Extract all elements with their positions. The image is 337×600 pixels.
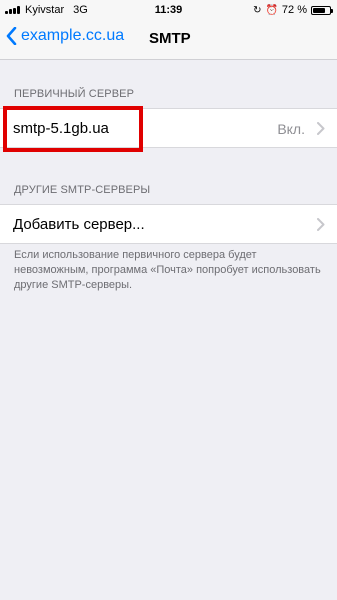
battery-icon [311, 5, 333, 15]
battery-percent: 72 % [281, 4, 307, 16]
back-label: example.cc.ua [21, 27, 125, 44]
chevron-left-icon [6, 27, 17, 45]
status-bar: Kyivstar 3G 11:39 ↻ ⏰ 72 % [0, 0, 337, 20]
battery-fill [313, 7, 325, 13]
primary-server-status: Вкл. [277, 121, 305, 137]
add-server-label: Добавить сервер... [13, 216, 145, 233]
highlight-box [3, 106, 143, 152]
back-button[interactable]: example.cc.ua [6, 27, 124, 45]
chevron-right-icon [317, 122, 325, 135]
lock-rotation-icon: ↻ [253, 4, 262, 16]
status-right: ↻ ⏰ 72 % [253, 4, 333, 16]
other-servers-header: ДРУГИЕ SMTP-СЕРВЕРЫ [14, 184, 151, 196]
alarm-icon: ⏰ [265, 4, 278, 16]
page-title: SMTP [149, 30, 191, 47]
screen: Kyivstar 3G 11:39 ↻ ⏰ 72 % example.cc.ua… [0, 0, 337, 600]
other-servers-footer: Если использование первичного сервера бу… [14, 249, 321, 291]
navigation-bar: example.cc.ua SMTP [0, 20, 337, 60]
add-server-row[interactable]: Добавить сервер... [0, 204, 337, 244]
primary-server-header: ПЕРВИЧНЫЙ СЕРВЕР [14, 88, 135, 100]
chevron-right-icon [317, 218, 325, 231]
